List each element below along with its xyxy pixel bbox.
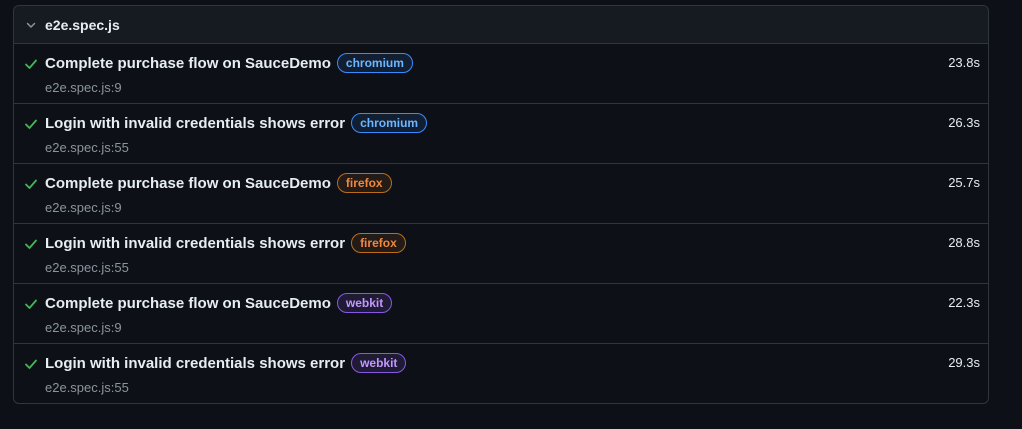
browser-badge[interactable]: firefox <box>351 233 406 253</box>
test-location: e2e.spec.js:9 <box>45 320 122 335</box>
test-title-line: Complete purchase flow on SauceDemo chro… <box>45 53 413 73</box>
check-icon <box>23 236 39 252</box>
test-duration: 22.3s <box>948 295 980 310</box>
test-title-line: Complete purchase flow on SauceDemo fire… <box>45 173 392 193</box>
test-title-line: Complete purchase flow on SauceDemo webk… <box>45 293 393 313</box>
check-icon <box>23 296 39 312</box>
test-title[interactable]: Complete purchase flow on SauceDemo <box>45 175 331 192</box>
check-icon <box>23 356 39 372</box>
test-row[interactable]: Login with invalid credentials shows err… <box>14 104 988 164</box>
check-icon <box>23 116 39 132</box>
test-duration: 26.3s <box>948 115 980 130</box>
test-duration: 29.3s <box>948 355 980 370</box>
test-location: e2e.spec.js:55 <box>45 260 129 275</box>
test-title[interactable]: Login with invalid credentials shows err… <box>45 355 345 372</box>
test-title[interactable]: Login with invalid credentials shows err… <box>45 115 345 132</box>
test-row[interactable]: Login with invalid credentials shows err… <box>14 344 988 403</box>
check-icon <box>23 176 39 192</box>
test-location: e2e.spec.js:9 <box>45 200 122 215</box>
chevron-down-icon[interactable] <box>23 17 39 33</box>
test-location: e2e.spec.js:9 <box>45 80 122 95</box>
test-duration: 25.7s <box>948 175 980 190</box>
file-name: e2e.spec.js <box>45 16 120 33</box>
browser-badge[interactable]: webkit <box>336 293 393 313</box>
test-title-line: Login with invalid credentials shows err… <box>45 113 428 133</box>
test-duration: 23.8s <box>948 55 980 70</box>
check-icon <box>23 56 39 72</box>
test-title[interactable]: Complete purchase flow on SauceDemo <box>45 55 331 72</box>
browser-badge[interactable]: firefox <box>336 173 392 193</box>
test-file-panel: e2e.spec.js Complete purchase flow on Sa… <box>13 5 989 404</box>
test-title-line: Login with invalid credentials shows err… <box>45 353 407 373</box>
browser-badge[interactable]: chromium <box>336 53 413 73</box>
browser-badge[interactable]: webkit <box>351 353 407 373</box>
test-title[interactable]: Complete purchase flow on SauceDemo <box>45 295 331 312</box>
browser-badge[interactable]: chromium <box>351 113 428 133</box>
test-location: e2e.spec.js:55 <box>45 380 129 395</box>
test-row[interactable]: Login with invalid credentials shows err… <box>14 224 988 284</box>
test-row[interactable]: Complete purchase flow on SauceDemo fire… <box>14 164 988 224</box>
test-row[interactable]: Complete purchase flow on SauceDemo webk… <box>14 284 988 344</box>
test-list: Complete purchase flow on SauceDemo chro… <box>14 44 988 403</box>
test-title-line: Login with invalid credentials shows err… <box>45 233 406 253</box>
test-row[interactable]: Complete purchase flow on SauceDemo chro… <box>14 44 988 104</box>
test-location: e2e.spec.js:55 <box>45 140 129 155</box>
test-duration: 28.8s <box>948 235 980 250</box>
file-header[interactable]: e2e.spec.js <box>14 6 988 44</box>
test-title[interactable]: Login with invalid credentials shows err… <box>45 235 345 252</box>
